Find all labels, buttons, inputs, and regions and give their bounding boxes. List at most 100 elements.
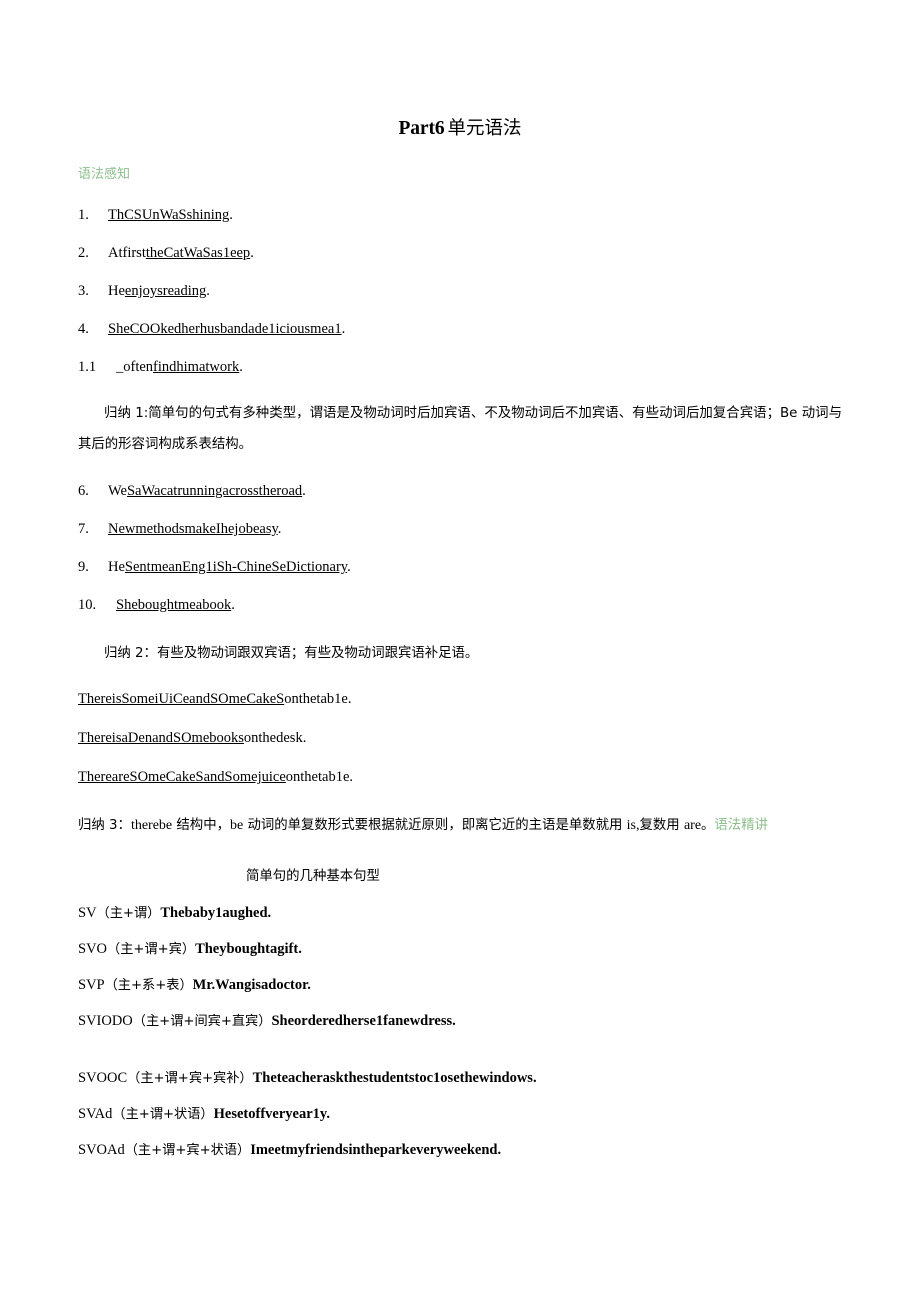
- plain-segment: often: [123, 359, 154, 375]
- sentence-text: Sheboughtmeabook.: [116, 597, 235, 613]
- sentence-item: 3. Heenjoysreading.: [78, 282, 842, 300]
- summary3-cn-token: 复数用: [639, 818, 684, 833]
- pattern-code: SVOOC: [78, 1070, 128, 1086]
- plain-segment: .: [277, 521, 282, 537]
- sentence-number: 9.: [78, 559, 89, 575]
- page-title-cn: 单元语法: [447, 118, 522, 139]
- pattern-structure-label: （主+谓+宾+宾补）: [127, 1071, 253, 1086]
- pattern-item: SV（主+谓）Thebaby1aughed.: [78, 887, 842, 923]
- underlined-segment: Sent: [124, 559, 151, 575]
- plain-segment: .: [206, 283, 210, 299]
- summary3-cn-token: 归纳 3：: [78, 818, 131, 833]
- sentence-number: 2.: [78, 245, 89, 261]
- underlined-segment: findhimatwork: [153, 359, 240, 375]
- sentence-number: 3.: [78, 283, 89, 299]
- underlined-segment: SaWacatrunningacrosstheroad: [126, 483, 303, 499]
- summary3-latin-token: is,: [626, 818, 640, 833]
- sentence-list-group-1: 1. ThCSUnWaSshining. 2. AtfirsttheCatWaSas1…: [78, 206, 842, 376]
- pattern-structure-label: （主+系+表）: [104, 978, 193, 993]
- sentence-number: 1.1: [78, 359, 97, 375]
- plain-segment: .: [347, 559, 351, 575]
- sentence-number: 7.: [78, 521, 89, 537]
- summary3-cn-token: 结构中，: [172, 818, 230, 833]
- summary3-cn-token: 。: [701, 818, 715, 833]
- pattern-code: SVIODO: [78, 1013, 133, 1029]
- pattern-example: Imeetmyfriendsintheparkeveryweekend.: [250, 1142, 502, 1158]
- plain-segment: onthetab1e.: [284, 691, 352, 707]
- pattern-code: SVP: [78, 977, 105, 993]
- summary3-latin-token: be: [229, 818, 244, 833]
- plain-segment: .: [302, 483, 306, 499]
- pattern-code: SV: [78, 905, 97, 921]
- sentence-number: 6.: [78, 483, 89, 499]
- document-content: Part6 单元语法 语法感知 1. ThCSUnWaSshining. 2. Atfi…: [78, 0, 842, 1160]
- pattern-example: Mr.Wangisadoctor.: [192, 977, 311, 993]
- section-heading-intensive-part1: 语法: [714, 818, 742, 833]
- sentence-text: Heenjoysreading.: [108, 283, 210, 299]
- pattern-structure-label: （主+谓+间宾+直宾）: [132, 1014, 272, 1029]
- pattern-example: Hesetoffveryear1y.: [213, 1106, 330, 1122]
- there-be-example-list: ThereisSomeiUiCeandSOmeCakeSonthetab1e. T…: [78, 669, 842, 786]
- summary-paragraph-3: 归纳 3：therebe 结构中，be 动词的单复数形式要根据就近原则，即离它近…: [78, 786, 842, 841]
- plain-segment: .: [250, 245, 254, 261]
- sentence-text: ThCSUnWaSshining.: [108, 207, 233, 223]
- underlined-segment: SheCOOkedherhusband: [108, 321, 249, 337]
- sentence-item: 6. WeSaWacatrunningacrosstheroad.: [78, 482, 842, 500]
- pattern-item: SVO（主+谓+宾）Theyboughtagift.: [78, 923, 842, 959]
- sentence-text: WeSaWacatrunningacrosstheroad.: [108, 483, 306, 499]
- sentence-item: 2. AtfirsttheCatWaSas1eep.: [78, 244, 842, 262]
- pattern-item: SVOOC（主+谓+宾+宾补）Theteacheraskthestudentst…: [78, 1031, 842, 1088]
- pattern-code: SVO: [78, 941, 108, 957]
- sentence-text: _oftenfindhimatwork.: [116, 359, 243, 375]
- summary3-cn-token: 动词的单复数形式要根据就近原则，即离它近的主语是单数就用: [243, 818, 627, 833]
- sentence-text: AtfirsttheCatWaSas1eep.: [108, 245, 254, 261]
- underlined-segment: ThCSUnWaSshining: [108, 207, 230, 223]
- plain-segment: We: [108, 483, 127, 499]
- underlined-segment: ThereisaDenandSOmebooks: [78, 730, 244, 746]
- summary-paragraph-2: 归纳 2：有些及物动词跟双宾语；有些及物动词跟宾语补足语。: [104, 646, 479, 661]
- patterns-heading: 简单句的几种基本句型: [246, 869, 380, 884]
- pattern-item: SVIODO（主+谓+间宾+直宾）Sheorderedherse1fanewdr…: [78, 995, 842, 1031]
- underlined-segment: ThereareSOmeCakeSandSomejuice: [78, 769, 286, 785]
- sentence-text: HeSentmeanEng1iSh-ChineSeDictionary.: [108, 559, 351, 575]
- sentence-number: 1.: [78, 207, 89, 223]
- sentence-list-group-2: 6. WeSaWacatrunningacrosstheroad. 7. Newmet…: [78, 482, 842, 614]
- there-be-example: ThereisSomeiUiCeandSOmeCakeSonthetab1e.: [78, 669, 842, 708]
- sentence-item: 10. Sheboughtmeabook.: [78, 596, 842, 614]
- underlined-segment: Shebought: [116, 597, 179, 613]
- plain-segment: .: [231, 597, 235, 613]
- summary3-latin-token: are: [683, 818, 702, 833]
- document-page: Part6 单元语法 语法感知 1. ThCSUnWaSshining. 2. Atfi…: [0, 0, 920, 1301]
- underlined-segment: enjoysreading: [124, 283, 207, 299]
- pattern-code: SVAd: [78, 1106, 113, 1122]
- pattern-structure-label: （主+谓+宾+状语）: [124, 1143, 251, 1158]
- plain-segment: .: [341, 321, 346, 337]
- pattern-structure-label: （主+谓+状语）: [112, 1107, 214, 1122]
- sentence-text: SheCOOkedherhusbandade1iciousmea1.: [108, 321, 345, 337]
- plain-segment: .: [229, 207, 233, 223]
- section-heading-perception: 语法感知: [78, 167, 131, 182]
- sentence-item: 9. HeSentmeanEng1iSh-ChineSeDictionary.: [78, 558, 842, 576]
- sentence-item: 1. ThCSUnWaSshining.: [78, 206, 842, 224]
- sentence-item: 4. SheCOOkedherhusbandade1iciousmea1.: [78, 320, 842, 338]
- underlined-segment: NewmethodsmakeIhejobeasy: [108, 521, 278, 537]
- plain-segment: He: [108, 283, 125, 299]
- plain-segment: onthetab1e.: [285, 769, 354, 785]
- section-heading-intensive-part2: 精讲: [741, 818, 768, 833]
- pattern-structure-label: （主+谓）: [96, 906, 161, 921]
- plain-segment: Atfirst: [108, 245, 146, 261]
- pattern-example: Theteacheraskthestudentstoc1osethewindow…: [252, 1070, 537, 1086]
- pattern-item: SVOAd（主+谓+宾+状语）Imeetmyfriendsintheparkev…: [78, 1124, 842, 1160]
- pattern-list: SV（主+谓）Thebaby1aughed. SVO（主+谓+宾）Theyboug…: [78, 887, 842, 1160]
- underlined-segment: mea: [178, 597, 203, 613]
- underlined-segment: SomeiUiCeandSOmeCakeS: [121, 691, 285, 707]
- underlined-segment: mean: [150, 559, 183, 575]
- pattern-example: Thebaby1aughed.: [160, 905, 272, 921]
- summary3-latin-token: therebe: [130, 818, 173, 833]
- there-be-example: ThereisaDenandSOmebooksonthedesk.: [78, 708, 842, 747]
- sentence-number: 10.: [78, 597, 97, 613]
- underlined-segment: Eng1iSh-ChineSeDictionary: [182, 559, 348, 575]
- underlined-segment: book: [202, 597, 232, 613]
- sentence-item: 1.1 _oftenfindhimatwork.: [78, 358, 842, 376]
- page-title-en: Part6: [398, 118, 445, 139]
